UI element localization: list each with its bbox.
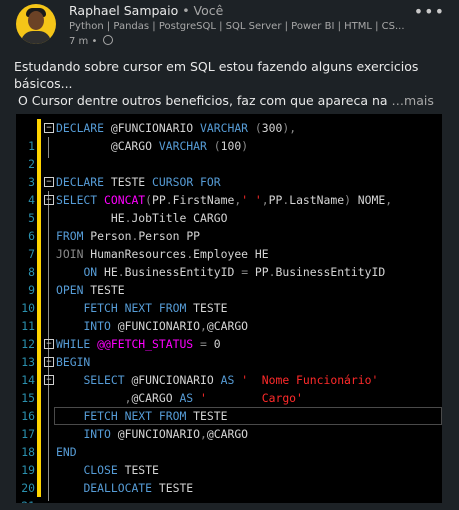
changed-bar bbox=[37, 317, 41, 335]
code-text: @CARGO VARCHAR (100) bbox=[56, 139, 249, 153]
changed-bar bbox=[37, 407, 41, 425]
collapse-icon[interactable]: − bbox=[44, 123, 54, 133]
changed-bar bbox=[37, 335, 41, 353]
changed-bar bbox=[37, 245, 41, 263]
code-line: 10 OPEN TESTE bbox=[16, 281, 442, 315]
code-line: 3 bbox=[16, 155, 442, 189]
changed-bar bbox=[37, 371, 41, 389]
more-options-button[interactable]: ••• bbox=[414, 2, 445, 21]
globe-icon bbox=[102, 35, 113, 45]
changed-bar bbox=[37, 281, 41, 299]
code-text: ON HE.BusinessEntityID = PP.BusinessEnti… bbox=[83, 265, 386, 279]
changed-bar bbox=[37, 263, 41, 281]
changed-bar bbox=[37, 137, 41, 155]
code-text: WHILE @@FETCH_STATUS = 0 bbox=[56, 337, 221, 351]
code-line: 9 ON HE.BusinessEntityID = PP.BusinessEn… bbox=[16, 263, 442, 297]
see-more-link[interactable]: …mais bbox=[392, 93, 434, 108]
code-line: 21 DEALLOCATE TESTE bbox=[16, 479, 442, 503]
code-text: SELECT @FUNCIONARIO AS ' Nome Funcionári… bbox=[83, 373, 379, 387]
collapse-icon[interactable]: − bbox=[44, 375, 54, 385]
changed-bar bbox=[37, 155, 41, 173]
author-suffix: • Você bbox=[178, 3, 224, 18]
code-text: INTO @FUNCIONARIO,@CARGO bbox=[83, 427, 249, 441]
code-text: INTO @FUNCIONARIO,@CARGO bbox=[83, 319, 249, 333]
changed-bar bbox=[37, 191, 41, 209]
code-text: DECLARE @FUNCIONARIO VARCHAR (300), bbox=[56, 121, 297, 135]
changed-bar bbox=[37, 227, 41, 245]
code-text: END bbox=[56, 445, 77, 459]
code-text: JOIN HumanResources.Employee HE bbox=[56, 247, 269, 261]
changed-bar bbox=[37, 425, 41, 443]
code-line: 8 JOIN HumanResources.Employee HE bbox=[16, 245, 442, 279]
code-line: 5− SELECT CONCAT(PP.FirstName,' ',PP.Las… bbox=[16, 191, 442, 225]
code-line: 4− DECLARE TESTE CURSOR FOR bbox=[16, 173, 442, 207]
code-line: 19 END bbox=[16, 443, 442, 477]
code-text: DECLARE TESTE CURSOR FOR bbox=[56, 175, 221, 189]
code-line: 1− DECLARE @FUNCIONARIO VARCHAR (300), bbox=[16, 119, 442, 153]
code-line: 18 INTO @FUNCIONARIO,@CARGO bbox=[16, 425, 442, 459]
code-line-current: 17 FETCH NEXT FROM TESTE bbox=[16, 407, 442, 441]
code-text: OPEN TESTE bbox=[56, 283, 125, 297]
code-text: HE.JobTitle CARGO bbox=[56, 211, 228, 225]
code-text: BEGIN bbox=[56, 355, 91, 369]
post-time-text: 7 m • bbox=[69, 36, 101, 47]
changed-bar bbox=[37, 479, 41, 497]
line-number: 21 bbox=[16, 497, 35, 503]
code-text: ,@CARGO AS ' Cargo' bbox=[124, 391, 303, 405]
changed-bar bbox=[37, 299, 41, 317]
changed-bar bbox=[37, 119, 41, 137]
code-line: 11 FETCH NEXT FROM TESTE bbox=[16, 299, 442, 333]
post-time: 7 m • bbox=[69, 35, 113, 47]
post-line-3: O Cursor dentre outros beneficios, faz c… bbox=[18, 93, 392, 108]
post-line-2: básicos... bbox=[14, 76, 73, 91]
collapse-icon[interactable]: − bbox=[44, 195, 54, 205]
code-line: 12 INTO @FUNCIONARIO,@CARGO bbox=[16, 317, 442, 351]
avatar-face bbox=[28, 11, 44, 30]
changed-bar bbox=[37, 461, 41, 479]
post-text: Estudando sobre cursor em SQL estou faze… bbox=[14, 58, 434, 109]
changed-bar bbox=[37, 353, 41, 371]
author-line[interactable]: Raphael Sampaio • Você bbox=[69, 3, 223, 18]
post-header: Raphael Sampaio • Você Python | Pandas |… bbox=[0, 0, 459, 52]
code-text: CLOSE TESTE bbox=[83, 463, 159, 477]
changed-bar bbox=[37, 443, 41, 461]
code-line: 16 ,@CARGO AS ' Cargo' bbox=[16, 389, 442, 423]
code-line: 2 @CARGO VARCHAR (100) bbox=[16, 137, 442, 171]
code-text: DEALLOCATE TESTE bbox=[83, 481, 194, 495]
changed-bar bbox=[37, 389, 41, 407]
collapse-icon[interactable]: − bbox=[44, 177, 54, 187]
code-line: 15− SELECT @FUNCIONARIO AS ' Nome Funcio… bbox=[16, 371, 442, 405]
code-text: FROM Person.Person PP bbox=[56, 229, 201, 243]
collapse-icon[interactable]: − bbox=[44, 339, 54, 349]
post-line-1: Estudando sobre cursor em SQL estou faze… bbox=[14, 59, 419, 74]
avatar[interactable] bbox=[16, 4, 56, 44]
avatar-shirt bbox=[21, 31, 51, 44]
code-line: 6 HE.JobTitle CARGO bbox=[16, 209, 442, 243]
changed-bar bbox=[37, 173, 41, 191]
changed-bar bbox=[37, 209, 41, 227]
code-line: 14− BEGIN bbox=[16, 353, 442, 387]
code-text: FETCH NEXT FROM TESTE bbox=[83, 301, 228, 315]
author-headline: Python | Pandas | PostgreSQL | SQL Serve… bbox=[69, 21, 405, 32]
code-line: 7 FROM Person.Person PP bbox=[16, 227, 442, 261]
collapse-icon[interactable]: − bbox=[44, 357, 54, 367]
code-line: 20 CLOSE TESTE bbox=[16, 461, 442, 495]
code-line: 13− WHILE @@FETCH_STATUS = 0 bbox=[16, 335, 442, 369]
post-line-3-wrap: O Cursor dentre outros beneficios, faz c… bbox=[14, 92, 434, 109]
code-text: FETCH NEXT FROM TESTE bbox=[83, 409, 228, 423]
code-screenshot[interactable]: 1− DECLARE @FUNCIONARIO VARCHAR (300), 2… bbox=[16, 114, 442, 503]
author-name[interactable]: Raphael Sampaio bbox=[69, 3, 178, 18]
code-text: SELECT CONCAT(PP.FirstName,' ',PP.LastNa… bbox=[56, 193, 393, 207]
